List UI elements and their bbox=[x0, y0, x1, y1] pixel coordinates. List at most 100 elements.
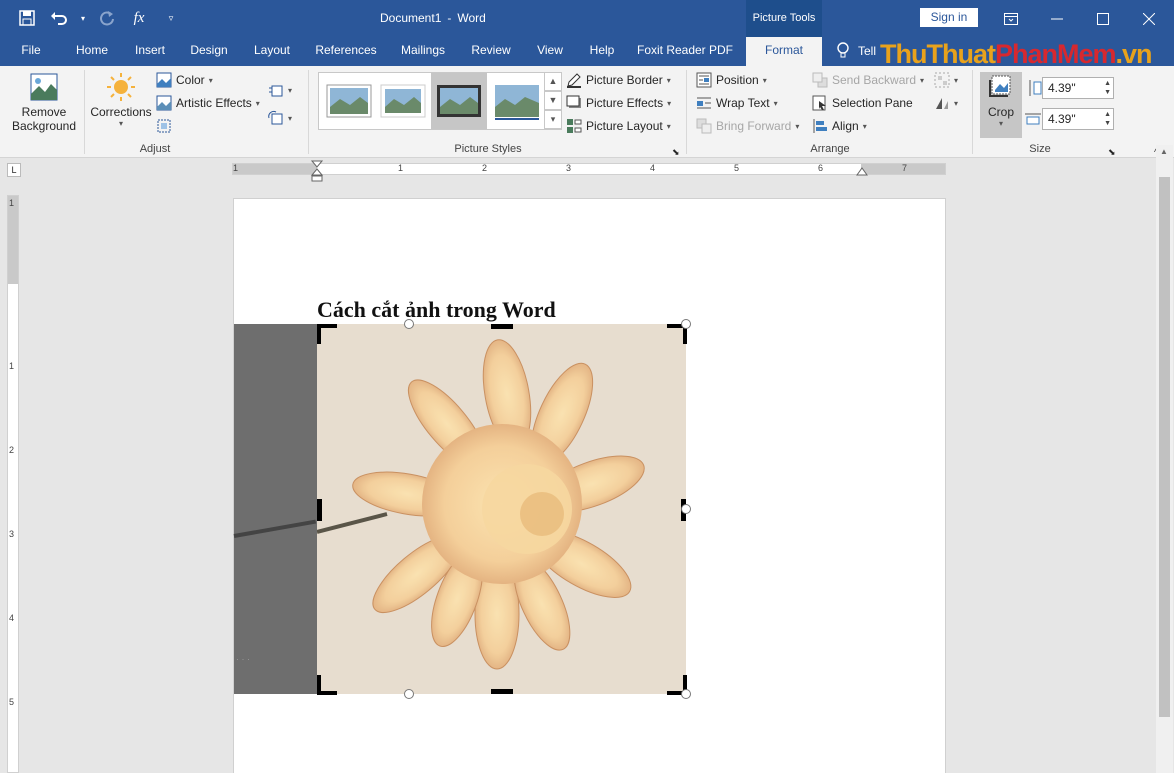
picture-effects-button[interactable]: Picture Effects ▾ bbox=[566, 93, 671, 113]
ruler-number: 4 bbox=[9, 613, 15, 623]
tab-selector[interactable]: L bbox=[7, 163, 21, 177]
resize-handle-bottom-right[interactable] bbox=[681, 689, 691, 699]
align-button[interactable]: Align ▾ bbox=[812, 116, 867, 136]
gallery-down-icon[interactable]: ▼ bbox=[544, 91, 562, 110]
chevron-down-icon: ▾ bbox=[862, 121, 867, 131]
flower-picture[interactable] bbox=[317, 324, 686, 694]
tab-review[interactable]: Review bbox=[464, 37, 518, 66]
height-input[interactable]: 4.39" ▲ ▼ bbox=[1042, 77, 1114, 99]
ruler-number: 6 bbox=[818, 163, 824, 173]
ribbon-display-options-icon[interactable] bbox=[988, 0, 1034, 37]
tab-file[interactable]: File bbox=[12, 37, 50, 66]
undo-dropdown-icon[interactable]: ▾ bbox=[78, 6, 88, 30]
gallery-more-icon[interactable]: ▾ bbox=[544, 110, 562, 129]
document-heading[interactable]: Cách cắt ảnh trong Word bbox=[317, 297, 556, 323]
gallery-scroll: ▲ ▼ ▾ bbox=[544, 72, 562, 130]
bring-forward-button[interactable]: Bring Forward ▾ bbox=[696, 116, 799, 136]
transparency-button[interactable] bbox=[156, 116, 172, 136]
height-spinner-arrows[interactable]: ▲ ▼ bbox=[1104, 79, 1111, 97]
rotate-icon bbox=[936, 98, 948, 109]
chevron-down-icon: ▾ bbox=[773, 98, 778, 108]
change-picture-button[interactable]: ▾ bbox=[268, 108, 292, 128]
horizontal-ruler[interactable]: 1 1 2 3 4 5 6 7 bbox=[232, 163, 946, 175]
style-thumbnail-selected[interactable] bbox=[431, 73, 487, 129]
tell-me-label: Tell bbox=[858, 44, 877, 58]
send-backward-icon bbox=[812, 72, 828, 88]
resize-handle-top-right[interactable] bbox=[681, 319, 691, 329]
resize-handle-bottom[interactable] bbox=[404, 689, 414, 699]
resize-handle-top[interactable] bbox=[404, 319, 414, 329]
crop-button[interactable]: Crop ▾ bbox=[980, 72, 1022, 138]
width-input[interactable]: 4.39" ▲ ▼ bbox=[1042, 108, 1114, 130]
maximize-icon[interactable] bbox=[1080, 0, 1126, 37]
gallery-up-icon[interactable]: ▲ bbox=[544, 72, 562, 91]
resize-handle-right[interactable] bbox=[681, 504, 691, 514]
crop-icon bbox=[989, 75, 1011, 97]
rotate-button[interactable]: ▾ bbox=[934, 93, 958, 113]
undo-icon[interactable] bbox=[46, 6, 72, 30]
position-button[interactable]: Position ▾ bbox=[696, 70, 767, 90]
picture-styles-gallery bbox=[318, 72, 562, 130]
customize-qat-icon[interactable]: ▿ bbox=[158, 6, 184, 30]
title-bar: ▾ fx ▿ Document1 - Word Picture Tools Si… bbox=[0, 0, 1174, 37]
send-backward-button[interactable]: Send Backward ▾ bbox=[812, 70, 924, 90]
ruler-number: 4 bbox=[650, 163, 656, 173]
artistic-effects-button[interactable]: Artistic Effects ▾ bbox=[156, 93, 260, 113]
close-icon[interactable] bbox=[1126, 0, 1172, 37]
size-launcher-icon[interactable]: ⬊ bbox=[1108, 142, 1116, 162]
picture-border-button[interactable]: Picture Border ▾ bbox=[566, 70, 671, 90]
style-thumbnail[interactable] bbox=[379, 79, 427, 123]
crop-handle-top[interactable] bbox=[491, 324, 513, 329]
style-thumbnail[interactable] bbox=[325, 79, 373, 123]
tab-view[interactable]: View bbox=[528, 37, 572, 66]
align-icon bbox=[813, 119, 827, 133]
tab-help[interactable]: Help bbox=[582, 37, 622, 66]
compress-pictures-button[interactable]: ▾ bbox=[268, 80, 292, 100]
color-button[interactable]: Color ▾ bbox=[156, 70, 213, 90]
right-indent-marker-icon[interactable] bbox=[856, 167, 868, 177]
ribbon-tabs: File Home Insert Design Layout Reference… bbox=[0, 37, 1174, 69]
chevron-down-icon: ▾ bbox=[255, 98, 260, 108]
ribbon: Remove Background Corrections ▾ Color ▾ A… bbox=[0, 66, 1174, 158]
tab-mailings[interactable]: Mailings bbox=[392, 37, 454, 66]
wrap-text-button[interactable]: Wrap Text ▾ bbox=[696, 93, 778, 113]
tab-insert[interactable]: Insert bbox=[126, 37, 174, 66]
corrections-button[interactable]: Corrections ▾ bbox=[88, 72, 154, 128]
indent-marker-icon[interactable] bbox=[311, 160, 323, 182]
picture-layout-button[interactable]: Picture Layout ▾ bbox=[566, 116, 671, 136]
sign-in-button[interactable]: Sign in bbox=[920, 8, 978, 27]
chevron-down-icon: ▾ bbox=[954, 98, 959, 108]
chevron-down-icon: ▾ bbox=[954, 75, 959, 85]
vertical-scrollbar[interactable]: ▲ bbox=[1156, 145, 1173, 773]
minimize-icon[interactable] bbox=[1034, 0, 1080, 37]
crop-handle-top-left[interactable] bbox=[317, 324, 339, 346]
selection-pane-button[interactable]: Selection Pane bbox=[812, 93, 913, 113]
tab-references[interactable]: References bbox=[310, 37, 382, 66]
width-spinner-arrows[interactable]: ▲ ▼ bbox=[1104, 110, 1111, 128]
remove-background-label-2: Background bbox=[11, 119, 77, 133]
group-objects-button[interactable]: ▾ bbox=[934, 70, 958, 90]
chevron-down-icon: ▾ bbox=[288, 85, 293, 95]
tell-me-box[interactable]: Tell bbox=[836, 42, 876, 60]
tab-foxit-reader-pdf[interactable]: Foxit Reader PDF bbox=[634, 37, 736, 66]
tab-format[interactable]: Format bbox=[746, 37, 822, 66]
width-icon bbox=[1025, 113, 1041, 125]
divider bbox=[84, 70, 85, 154]
remove-background-button[interactable]: Remove Background bbox=[8, 72, 80, 133]
tab-layout[interactable]: Layout bbox=[244, 37, 300, 66]
save-icon[interactable] bbox=[14, 6, 40, 30]
scroll-up-icon[interactable]: ▲ bbox=[1160, 147, 1168, 156]
redo-icon[interactable] bbox=[94, 6, 120, 30]
crop-handle-left[interactable] bbox=[317, 499, 322, 521]
style-thumbnail[interactable] bbox=[493, 79, 541, 123]
crop-handle-bottom[interactable] bbox=[491, 689, 513, 694]
crop-handle-bottom-left[interactable] bbox=[317, 673, 339, 695]
remove-background-label-1: Remove bbox=[21, 105, 67, 119]
tab-design[interactable]: Design bbox=[184, 37, 234, 66]
tab-home[interactable]: Home bbox=[68, 37, 116, 66]
vertical-ruler[interactable]: 1 1 2 3 4 5 bbox=[7, 195, 19, 773]
scrollbar-thumb[interactable] bbox=[1159, 177, 1170, 717]
chevron-down-icon: ▾ bbox=[667, 98, 672, 108]
picture-styles-launcher-icon[interactable]: ⬊ bbox=[672, 142, 680, 162]
function-icon[interactable]: fx bbox=[126, 6, 152, 30]
